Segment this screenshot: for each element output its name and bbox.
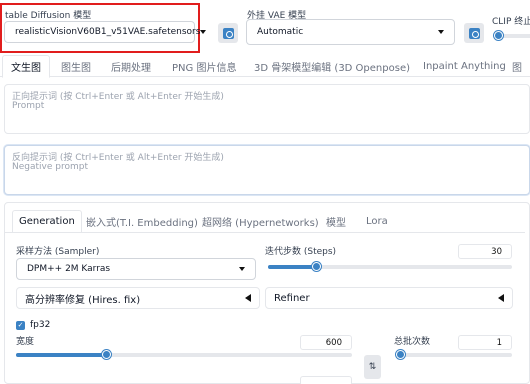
steps-slider-fill xyxy=(268,265,317,269)
tab-img2img[interactable]: 图生图 xyxy=(61,55,91,77)
tab-lora[interactable]: Lora xyxy=(366,210,388,232)
vae-value: Automatic xyxy=(257,27,304,37)
clip-skip-label: CLIP 终止 xyxy=(492,17,530,27)
batch-count-input[interactable]: 1 xyxy=(458,335,512,350)
batch-count-slider-thumb[interactable] xyxy=(396,350,405,359)
width-slider-fill xyxy=(16,353,107,357)
divider xyxy=(5,232,525,233)
collapse-arrow-icon xyxy=(498,294,504,302)
swap-icon: ⇅ xyxy=(368,362,377,372)
fp32-label: fp32 xyxy=(30,320,51,330)
swap-dimensions-button[interactable]: ⇅ xyxy=(364,355,381,379)
refresh-vae-button[interactable] xyxy=(464,23,484,43)
positive-prompt-input[interactable]: 正向提示词 (按 Ctrl+Enter 或 Alt+Enter 开始生成) Pr… xyxy=(4,84,530,134)
negative-prompt-input[interactable]: 反向提示词 (按 Ctrl+Enter 或 Alt+Enter 开始生成) Ne… xyxy=(4,145,530,195)
chevron-down-icon xyxy=(239,267,245,271)
sampler-label: 采样方法 (Sampler) xyxy=(16,247,100,257)
tab-inpaint-anything[interactable]: Inpaint Anything xyxy=(423,55,506,77)
tab-more[interactable]: 图 xyxy=(512,55,522,77)
steps-label: 迭代步数 (Steps) xyxy=(265,247,337,257)
collapse-arrow-icon xyxy=(245,294,251,302)
tab-extras[interactable]: 后期处理 xyxy=(111,55,151,77)
negative-prompt-placeholder: Negative prompt xyxy=(12,162,88,172)
refresh-icon xyxy=(468,27,480,39)
tab-openpose[interactable]: 3D 骨架模型编辑 (3D Openpose) xyxy=(254,55,410,77)
sampler-value: DPM++ 2M Karras xyxy=(27,264,111,274)
tab-models[interactable]: 模型 xyxy=(326,210,346,232)
tab-png-info[interactable]: PNG 图片信息 xyxy=(172,55,236,77)
steps-slider[interactable] xyxy=(268,262,512,271)
refiner-accordion[interactable]: Refiner xyxy=(265,287,513,309)
checkpoint-select[interactable]: realisticVisionV60B1_v51VAE.safetensors xyxy=(4,21,207,43)
sampler-select[interactable]: DPM++ 2M Karras xyxy=(16,258,256,280)
batch-count-slider[interactable] xyxy=(396,350,512,359)
positive-prompt-placeholder: Prompt xyxy=(12,101,45,111)
clip-skip-thumb[interactable] xyxy=(494,31,503,40)
chevron-down-icon xyxy=(200,30,207,34)
width-label: 宽度 xyxy=(16,337,35,347)
width-slider[interactable] xyxy=(16,350,352,359)
steps-input[interactable]: 30 xyxy=(458,244,512,259)
tab-generation[interactable]: Generation xyxy=(12,210,82,233)
chevron-down-icon xyxy=(438,30,444,34)
width-input[interactable]: 600 xyxy=(300,335,352,350)
height-input[interactable] xyxy=(300,376,352,384)
tab-embedding[interactable]: 嵌入式(T.I. Embedding) xyxy=(86,210,198,232)
refresh-icon xyxy=(222,27,234,39)
fp32-checkbox[interactable]: ✓ xyxy=(16,321,25,330)
tab-txt2img[interactable]: 文生图 xyxy=(2,55,50,78)
checkpoint-value: realisticVisionV60B1_v51VAE.safetensors xyxy=(15,27,201,37)
checkpoint-label: table Diffusion 模型 xyxy=(5,11,92,21)
clip-skip-slider[interactable] xyxy=(494,31,530,40)
batch-count-label: 总批次数 xyxy=(394,337,431,347)
main-tabs: 文生图 图生图 后期处理 PNG 图片信息 3D 骨架模型编辑 (3D Open… xyxy=(0,55,530,78)
hires-fix-label: 高分辨率修复 (Hires. fix) xyxy=(25,294,141,306)
tab-hypernetworks[interactable]: 超网络 (Hypernetworks) xyxy=(202,210,319,232)
height-row-clipped xyxy=(16,376,76,384)
refiner-label: Refiner xyxy=(274,292,310,304)
refresh-checkpoint-button[interactable] xyxy=(218,23,238,43)
vae-select[interactable]: Automatic xyxy=(246,19,455,45)
hires-fix-accordion[interactable]: 高分辨率修复 (Hires. fix) xyxy=(16,287,260,309)
